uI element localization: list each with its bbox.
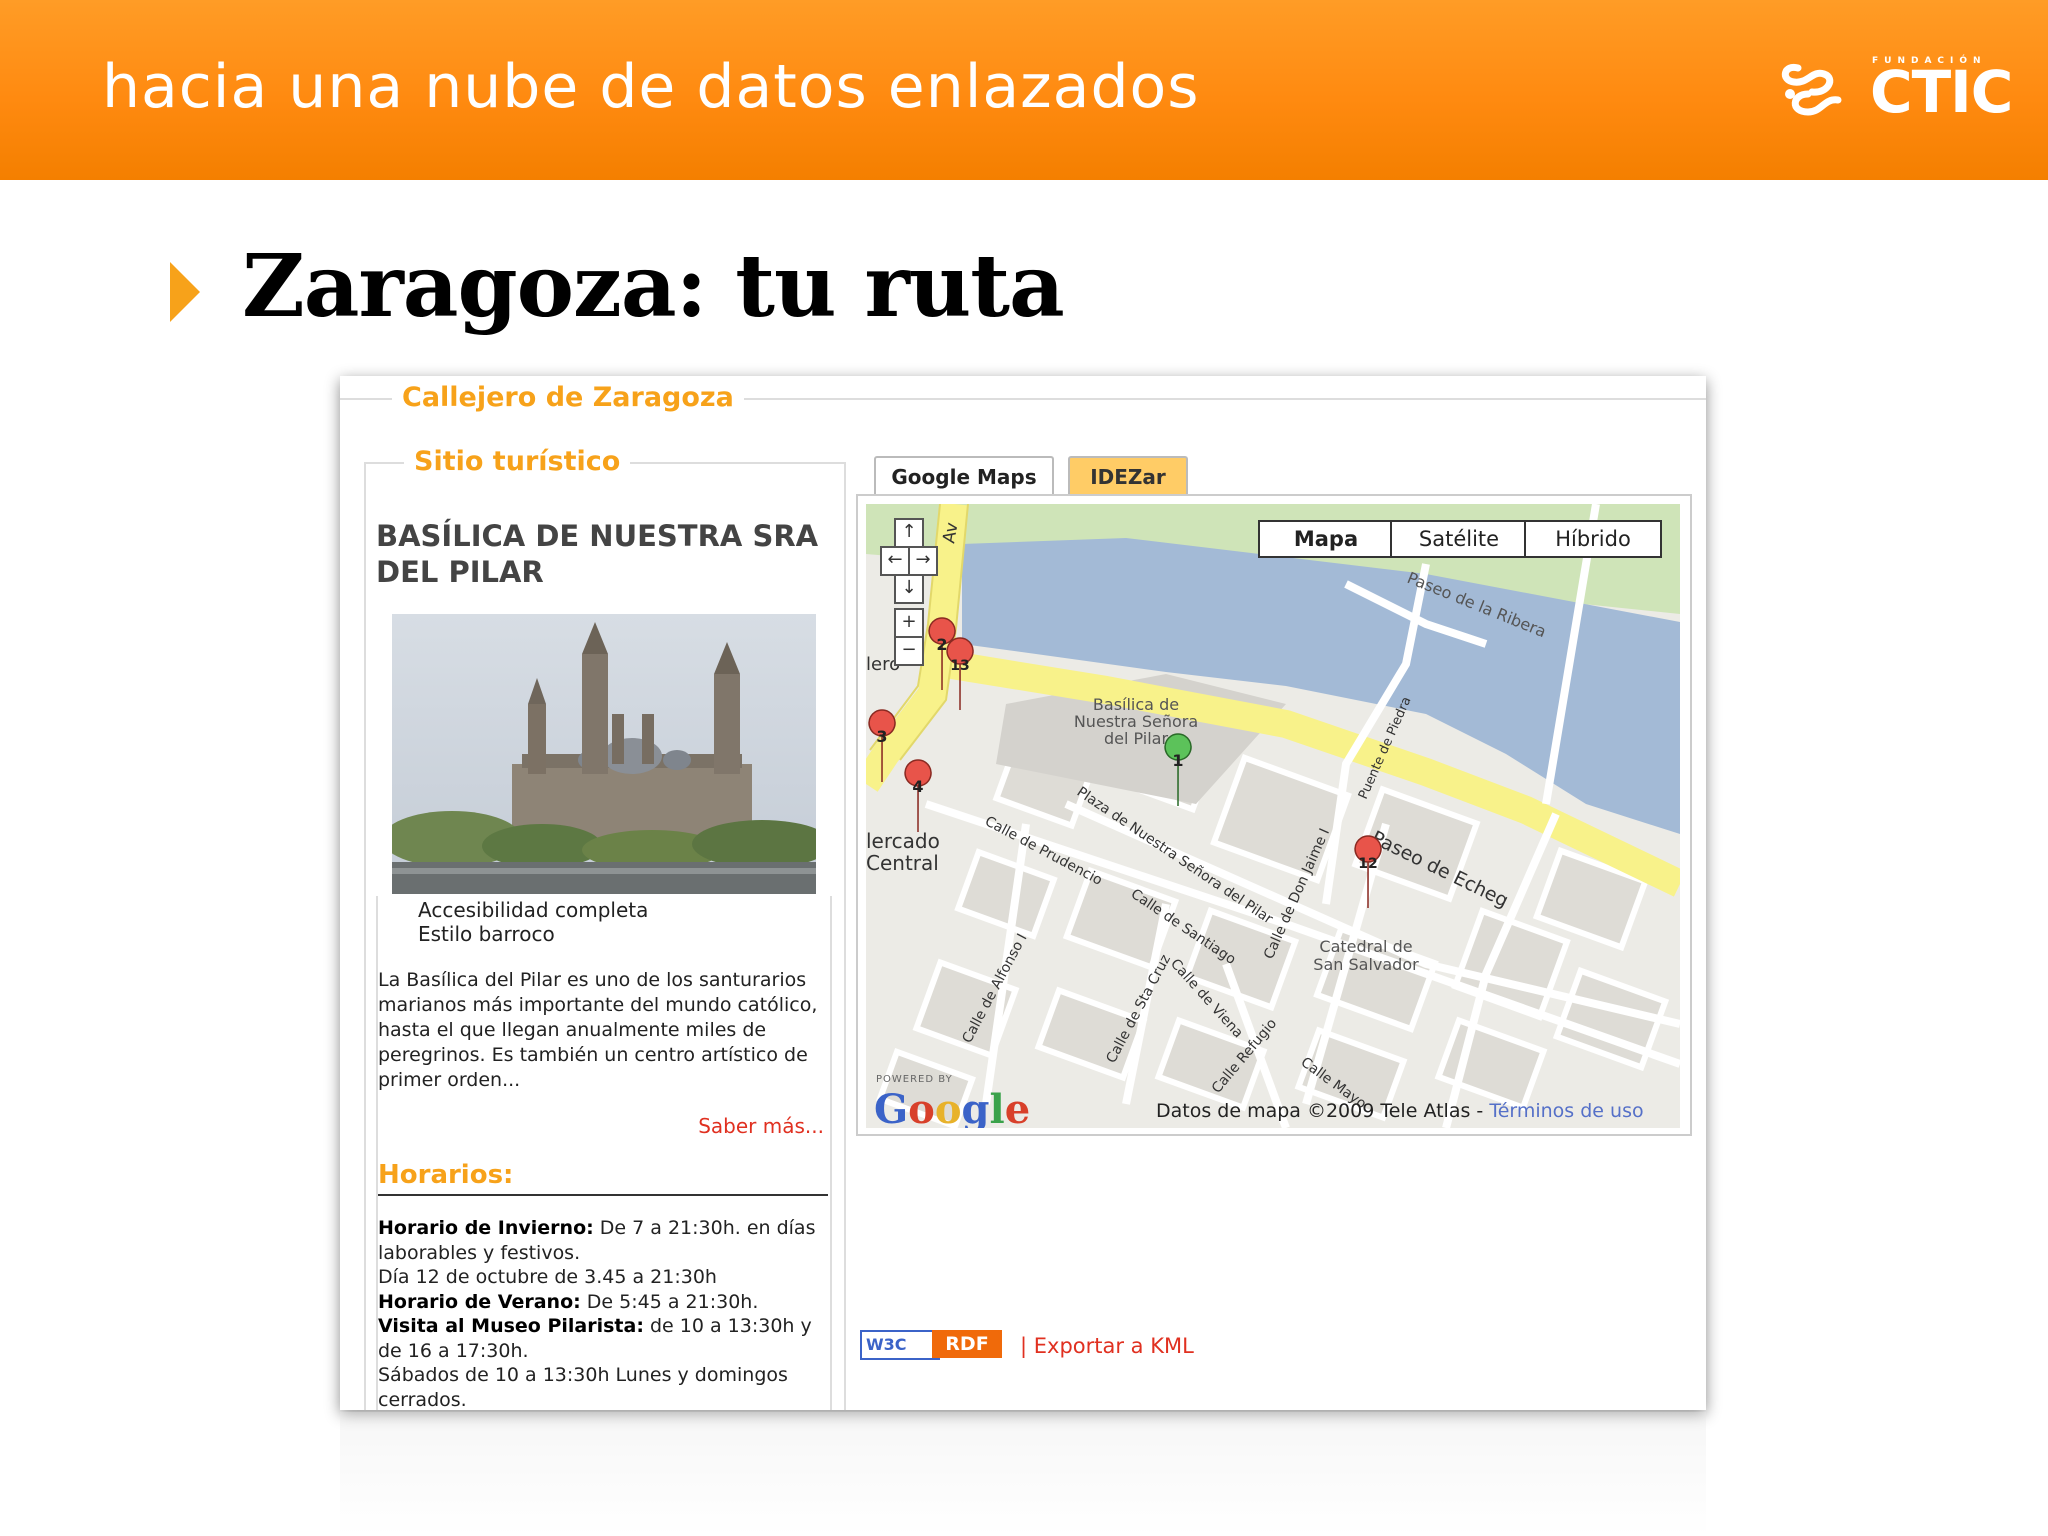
terms-link[interactable]: Términos de uso xyxy=(1489,1100,1643,1122)
map-copyright: Datos de mapa ©2009 Tele Atlas - Término… xyxy=(1156,1100,1644,1122)
map-container: Paseo de la Ribera lero Av Basílica de N… xyxy=(856,494,1692,1136)
map-type-hibrido-button[interactable]: Híbrido xyxy=(1524,520,1662,558)
legend-callejero: Callejero de Zaragoza xyxy=(392,382,744,413)
logo-ctic-text: CTIC xyxy=(1870,58,2013,126)
google-map[interactable]: Paseo de la Ribera lero Av Basílica de N… xyxy=(866,504,1680,1128)
slide-title: hacia una nube de datos enlazados xyxy=(102,52,1200,122)
style-info: Estilo barroco xyxy=(418,922,555,946)
rdf-badge[interactable]: RDF xyxy=(932,1330,1002,1358)
summer-hours-label: Horario de Verano: xyxy=(378,1290,581,1313)
tab-idezar[interactable]: IDEZar xyxy=(1068,456,1188,496)
pan-down-icon[interactable]: ↓ xyxy=(894,574,924,604)
svg-text:3: 3 xyxy=(876,727,887,746)
map-label-mercado-1: lercado xyxy=(866,829,940,853)
october-hours-text: Día 12 de octubre de 3.45 a 21:30h xyxy=(378,1266,717,1288)
copyright-text: Datos de mapa ©2009 Tele Atlas - xyxy=(1156,1100,1490,1122)
w3c-badge[interactable]: W3C xyxy=(860,1330,940,1360)
summer-hours-text: De 5:45 a 21:30h. xyxy=(580,1290,759,1313)
saber-mas-link[interactable]: Saber más... xyxy=(698,1114,824,1138)
slide-header: hacia una nube de datos enlazados FUNDAC… xyxy=(0,0,2048,180)
ctic-logo: FUNDACIÓN CTIC xyxy=(1778,52,2018,126)
pan-up-icon[interactable]: ↑ xyxy=(894,518,924,548)
ctic-logo-mark xyxy=(1781,63,1842,116)
svg-text:13: 13 xyxy=(950,658,969,674)
accessibility-info: Accesibilidad completa xyxy=(418,898,649,922)
map-label-catedral-1: Catedral de xyxy=(1319,937,1412,956)
svg-text:1: 1 xyxy=(1172,751,1183,770)
powered-by-text: POWERED BY xyxy=(876,1074,953,1085)
winter-hours-label: Horario de Invierno: xyxy=(378,1217,594,1239)
weekend-hours-text: Sábados de 10 a 13:30h Lunes y domingos … xyxy=(378,1364,788,1410)
basilica-photo xyxy=(392,614,816,894)
hours-title: Horarios: xyxy=(378,1160,514,1190)
google-logo[interactable]: Google xyxy=(874,1086,1030,1128)
pan-right-icon[interactable]: → xyxy=(908,546,938,576)
svg-text:12: 12 xyxy=(1358,856,1377,872)
map-type-satelite-button[interactable]: Satélite xyxy=(1390,520,1528,558)
app-screenshot: Callejero de Zaragoza Sitio turístico BA… xyxy=(340,376,1706,1410)
map-label-catedral-2: San Salvador xyxy=(1313,955,1419,974)
bullet-arrow-icon xyxy=(170,262,200,322)
hours-text: Horario de Invierno: De 7 a 21:30h. en d… xyxy=(378,1216,828,1410)
map-label-av: Av xyxy=(939,521,962,545)
tab-google-maps[interactable]: Google Maps xyxy=(874,456,1054,496)
museum-hours-label: Visita al Museo Pilarista: xyxy=(378,1315,644,1337)
zoom-out-icon[interactable]: − xyxy=(894,636,924,666)
zoom-in-icon[interactable]: + xyxy=(894,608,924,638)
map-type-mapa-button[interactable]: Mapa xyxy=(1258,520,1394,558)
map-label-mercado-2: Central xyxy=(866,851,939,875)
svg-text:2: 2 xyxy=(936,635,947,654)
slide-heading: Zaragoza: tu ruta xyxy=(242,236,1065,337)
map-label-basilica-3: del Pilar xyxy=(1104,729,1169,748)
export-kml-link[interactable]: | Exportar a KML xyxy=(1020,1334,1194,1358)
site-description: La Basílica del Pilar es uno de los sant… xyxy=(378,969,818,1091)
hours-divider xyxy=(378,1194,828,1196)
legend-sitio-turistico: Sitio turístico xyxy=(404,446,631,477)
site-title: BASÍLICA DE NUESTRA SRA DEL PILAR xyxy=(376,519,819,589)
svg-text:4: 4 xyxy=(912,777,923,796)
map-canvas[interactable]: Paseo de la Ribera lero Av Basílica de N… xyxy=(866,504,1680,1128)
pan-left-icon[interactable]: ← xyxy=(880,546,910,576)
screenshot-reflection xyxy=(340,1412,1706,1536)
